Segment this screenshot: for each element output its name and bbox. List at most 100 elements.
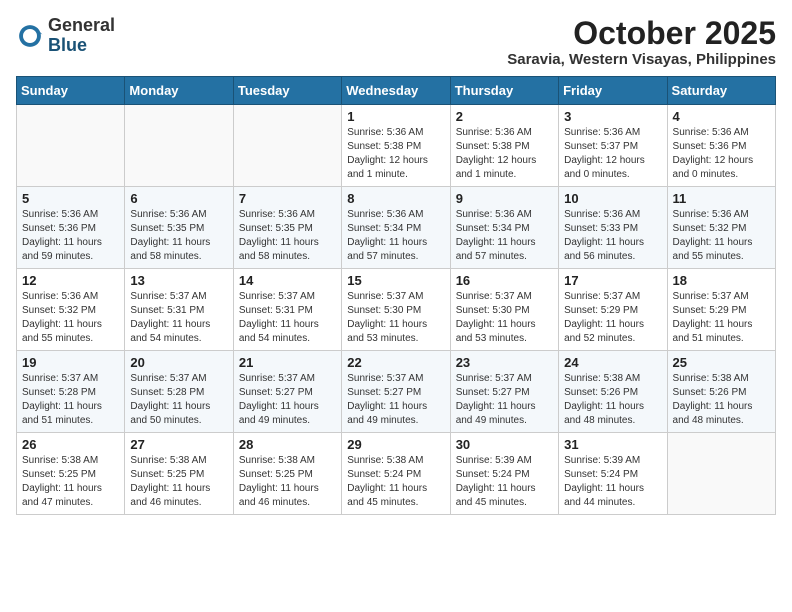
calendar-cell: 2Sunrise: 5:36 AM Sunset: 5:38 PM Daylig… [450, 105, 558, 187]
day-number: 5 [22, 191, 119, 206]
calendar-cell: 15 Sunrise: 5:37 AM Sunset: 5:30 PM Dayli… [342, 269, 450, 351]
day-number: 6 [130, 191, 227, 206]
calendar-week-row: 5 Sunrise: 5:36 AM Sunset: 5:36 PM Daylig… [17, 187, 776, 269]
calendar-week-row: 1 Sunrise: 5:36 AM Sunset: 5:38 PM Daylig… [17, 105, 776, 187]
col-header-wednesday: Wednesday [342, 77, 450, 105]
day-info: Sunrise: 5:36 AM Sunset: 5:35 PM Dayligh… [130, 208, 227, 264]
col-header-friday: Friday [559, 77, 667, 105]
calendar-cell: 17 Sunrise: 5:37 AM Sunset: 5:29 PM Dayli… [559, 269, 667, 351]
calendar-cell: 14Sunrise: 5:37 AM Sunset: 5:31 PM Dayli… [233, 269, 341, 351]
day-number: 3 [564, 109, 661, 124]
calendar-header-row: SundayMondayTuesdayWednesdayThursdayFrid… [17, 77, 776, 105]
day-number: 26 [22, 437, 119, 452]
day-number: 31 [564, 437, 661, 452]
calendar-cell: 19 Sunrise: 5:37 AM Sunset: 5:28 PM Dayli… [17, 351, 125, 433]
calendar-cell: 26 Sunrise: 5:38 AM Sunset: 5:25 PM Dayli… [17, 433, 125, 515]
day-number: 18 [673, 273, 770, 288]
day-info: Sunrise: 5:37 AM Sunset: 5:30 PM Dayligh… [347, 290, 444, 346]
calendar-cell: 3 Sunrise: 5:36 AM Sunset: 5:37 PM Daylig… [559, 105, 667, 187]
day-info: Sunrise: 5:37 AM Sunset: 5:29 PM Dayligh… [564, 290, 661, 346]
calendar-cell: 1Sunrise: 5:36 AM Sunset: 5:38 PM Daylig… [342, 105, 450, 187]
calendar-cell: 31 Sunrise: 5:39 AM Sunset: 5:24 PM Dayli… [559, 433, 667, 515]
calendar-cell: 29Sunrise: 5:38 AM Sunset: 5:24 PM Dayli… [342, 433, 450, 515]
day-info: Sunrise: 5:36 AM Sunset: 5:32 PM Dayligh… [22, 290, 119, 346]
day-info: Sunrise: 5:38 AM Sunset: 5:26 PM Dayligh… [673, 372, 770, 428]
location: Saravia, Western Visayas, Philippines [507, 51, 776, 68]
day-info: Sunrise: 5:36 AM Sunset: 5:33 PM Dayligh… [564, 208, 661, 264]
day-info: Sunrise: 5:38 AM Sunset: 5:24 PM Dayligh… [347, 454, 444, 510]
day-info: Sunrise: 5:36 AM Sunset: 5:35 PM Dayligh… [239, 208, 336, 264]
day-number: 11 [673, 191, 770, 206]
day-info: Sunrise: 5:36 AM Sunset: 5:37 PM Dayligh… [564, 126, 661, 182]
day-info: Sunrise: 5:36 AM Sunset: 5:38 PM Dayligh… [456, 126, 553, 182]
page-header: General Blue October 2025 Saravia, Weste… [16, 16, 776, 68]
day-info: Sunrise: 5:38 AM Sunset: 5:25 PM Dayligh… [22, 454, 119, 510]
day-info: Sunrise: 5:36 AM Sunset: 5:36 PM Dayligh… [22, 208, 119, 264]
day-number: 27 [130, 437, 227, 452]
day-number: 12 [22, 273, 119, 288]
day-number: 1 [347, 109, 444, 124]
calendar-cell: 18 Sunrise: 5:37 AM Sunset: 5:29 PM Dayli… [667, 269, 775, 351]
logo-general: General [48, 16, 115, 36]
col-header-monday: Monday [125, 77, 233, 105]
calendar-cell: 23 Sunrise: 5:37 AM Sunset: 5:27 PM Dayli… [450, 351, 558, 433]
calendar-cell: 22Sunrise: 5:37 AM Sunset: 5:27 PM Dayli… [342, 351, 450, 433]
day-info: Sunrise: 5:37 AM Sunset: 5:29 PM Dayligh… [673, 290, 770, 346]
calendar-cell: 13 Sunrise: 5:37 AM Sunset: 5:31 PM Dayli… [125, 269, 233, 351]
calendar-cell: 28 Sunrise: 5:38 AM Sunset: 5:25 PM Dayli… [233, 433, 341, 515]
day-number: 15 [347, 273, 444, 288]
day-info: Sunrise: 5:37 AM Sunset: 5:27 PM Dayligh… [239, 372, 336, 428]
day-info: Sunrise: 5:38 AM Sunset: 5:25 PM Dayligh… [239, 454, 336, 510]
calendar-cell: 27 Sunrise: 5:38 AM Sunset: 5:25 PM Dayli… [125, 433, 233, 515]
day-info: Sunrise: 5:36 AM Sunset: 5:32 PM Dayligh… [673, 208, 770, 264]
day-number: 13 [130, 273, 227, 288]
col-header-sunday: Sunday [17, 77, 125, 105]
day-number: 14 [239, 273, 336, 288]
calendar-cell: 6 Sunrise: 5:36 AM Sunset: 5:35 PM Daylig… [125, 187, 233, 269]
calendar-cell: 4Sunrise: 5:36 AM Sunset: 5:36 PM Daylig… [667, 105, 775, 187]
day-info: Sunrise: 5:38 AM Sunset: 5:26 PM Dayligh… [564, 372, 661, 428]
day-number: 4 [673, 109, 770, 124]
logo-blue: Blue [48, 36, 115, 56]
month-title: October 2025 [507, 16, 776, 51]
day-number: 25 [673, 355, 770, 370]
day-number: 7 [239, 191, 336, 206]
logo-icon [16, 22, 44, 50]
day-number: 24 [564, 355, 661, 370]
day-info: Sunrise: 5:37 AM Sunset: 5:27 PM Dayligh… [456, 372, 553, 428]
calendar-cell [667, 433, 775, 515]
day-info: Sunrise: 5:37 AM Sunset: 5:28 PM Dayligh… [22, 372, 119, 428]
day-info: Sunrise: 5:36 AM Sunset: 5:34 PM Dayligh… [456, 208, 553, 264]
col-header-saturday: Saturday [667, 77, 775, 105]
calendar-cell: 25 Sunrise: 5:38 AM Sunset: 5:26 PM Dayli… [667, 351, 775, 433]
day-info: Sunrise: 5:38 AM Sunset: 5:25 PM Dayligh… [130, 454, 227, 510]
calendar-cell: 11 Sunrise: 5:36 AM Sunset: 5:32 PM Dayli… [667, 187, 775, 269]
logo-text: General Blue [48, 16, 115, 56]
calendar-cell: 9 Sunrise: 5:36 AM Sunset: 5:34 PM Daylig… [450, 187, 558, 269]
logo: General Blue [16, 16, 115, 56]
day-number: 20 [130, 355, 227, 370]
day-info: Sunrise: 5:39 AM Sunset: 5:24 PM Dayligh… [564, 454, 661, 510]
calendar-cell: 30Sunrise: 5:39 AM Sunset: 5:24 PM Dayli… [450, 433, 558, 515]
col-header-tuesday: Tuesday [233, 77, 341, 105]
calendar-week-row: 12 Sunrise: 5:36 AM Sunset: 5:32 PM Dayli… [17, 269, 776, 351]
calendar-cell: 21Sunrise: 5:37 AM Sunset: 5:27 PM Dayli… [233, 351, 341, 433]
day-number: 8 [347, 191, 444, 206]
calendar: SundayMondayTuesdayWednesdayThursdayFrid… [16, 76, 776, 515]
calendar-week-row: 26 Sunrise: 5:38 AM Sunset: 5:25 PM Dayli… [17, 433, 776, 515]
day-number: 16 [456, 273, 553, 288]
day-info: Sunrise: 5:37 AM Sunset: 5:31 PM Dayligh… [130, 290, 227, 346]
day-info: Sunrise: 5:39 AM Sunset: 5:24 PM Dayligh… [456, 454, 553, 510]
title-area: October 2025 Saravia, Western Visayas, P… [507, 16, 776, 68]
calendar-cell [125, 105, 233, 187]
day-number: 17 [564, 273, 661, 288]
calendar-cell: 10Sunrise: 5:36 AM Sunset: 5:33 PM Dayli… [559, 187, 667, 269]
day-info: Sunrise: 5:37 AM Sunset: 5:27 PM Dayligh… [347, 372, 444, 428]
day-number: 23 [456, 355, 553, 370]
day-number: 9 [456, 191, 553, 206]
calendar-cell [233, 105, 341, 187]
day-number: 19 [22, 355, 119, 370]
col-header-thursday: Thursday [450, 77, 558, 105]
day-number: 28 [239, 437, 336, 452]
calendar-cell: 5 Sunrise: 5:36 AM Sunset: 5:36 PM Daylig… [17, 187, 125, 269]
